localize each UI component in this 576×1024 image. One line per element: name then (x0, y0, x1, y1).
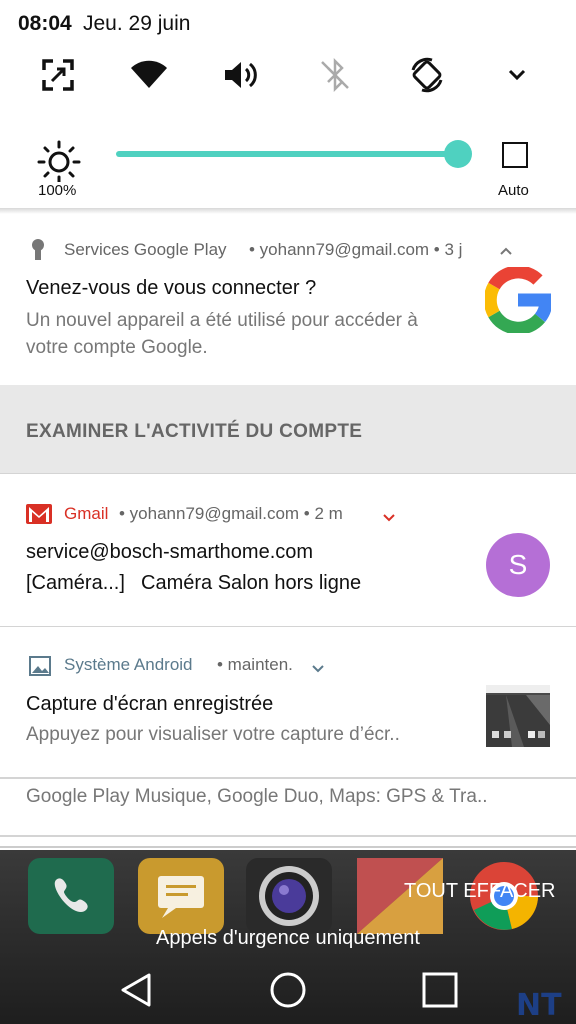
keyhole-icon (30, 238, 46, 265)
camera-app-icon (246, 858, 332, 934)
notification-body: Caméra Salon hors ligne (141, 572, 362, 594)
expand-chevron-icon[interactable] (492, 50, 542, 100)
notification-gmail[interactable]: Gmail • yohann79@gmail.com • 2 m service… (0, 474, 576, 626)
notification-body: Appuyez pour visualiser votre capture d’… (26, 724, 400, 745)
back-icon[interactable] (106, 960, 166, 1020)
messaging-app-icon (138, 858, 224, 934)
collapse-chevron-icon[interactable] (499, 243, 513, 261)
emergency-calls-text: Appels d'urgence uniquement (155, 927, 420, 949)
notification-summary[interactable]: Google Play Musique, Google Duo, Maps: G… (0, 779, 576, 835)
recents-icon[interactable] (410, 960, 470, 1020)
notification-google-play[interactable]: Services Google Play • yohann79@gmail.co… (0, 214, 576, 385)
notification-meta: • yohann79@gmail.com • 3 j (249, 240, 463, 259)
sender-avatar: S (486, 533, 550, 597)
summary-text: Google Play Musique, Google Duo, Maps: G… (26, 786, 488, 807)
divider (0, 846, 576, 848)
gmail-icon (26, 504, 52, 529)
brightness-slider-track[interactable] (116, 151, 460, 157)
quick-settings-row (0, 50, 576, 100)
notification-app-name: Services Google Play (64, 240, 227, 259)
home-icon[interactable] (258, 960, 318, 1020)
image-icon (29, 656, 51, 681)
brightness-percent: 100% (38, 182, 77, 199)
volume-icon[interactable] (216, 50, 266, 100)
auto-brightness-checkbox[interactable] (502, 142, 528, 168)
notification-android-system[interactable]: Système Android • mainten. Capture d'écr… (0, 627, 576, 777)
clock: 08:04 (18, 12, 72, 35)
notification-title: service@bosch-smarthome.com (26, 541, 314, 563)
auto-brightness-label: Auto (498, 182, 529, 199)
notification-title: Venez-vous de vous connecter ? (26, 277, 317, 299)
auto-rotate-icon[interactable] (402, 50, 452, 100)
expand-chevron-icon[interactable] (382, 510, 396, 528)
clear-all-button[interactable]: TOUT EFFACER (404, 880, 556, 903)
brightness-slider-thumb[interactable] (444, 140, 472, 168)
notification-meta: • yohann79@gmail.com • 2 m (119, 504, 343, 523)
notification-title: Capture d'écran enregistrée (26, 693, 274, 715)
watermark-logo: NT (516, 988, 562, 1023)
brightness-control: 100% Auto (0, 130, 576, 210)
expand-chevron-icon[interactable] (311, 661, 325, 679)
status-bar: 08:04 Jeu. 29 juin (0, 0, 576, 46)
action-label: EXAMINER L'ACTIVITÉ DU COMPTE (26, 421, 363, 442)
screen-expand-icon[interactable] (33, 50, 83, 100)
phone-app-icon (28, 858, 114, 934)
notification-meta: • mainten. (217, 655, 293, 674)
review-account-activity-button[interactable]: EXAMINER L'ACTIVITÉ DU COMPTE (0, 385, 576, 473)
notification-body: Un nouvel appareil a été utilisé pour ac… (26, 310, 418, 358)
date: Jeu. 29 juin (83, 12, 191, 35)
notification-app-name: Gmail (64, 504, 109, 523)
divider (0, 835, 576, 837)
bluetooth-off-icon[interactable] (310, 50, 360, 100)
wifi-icon[interactable] (124, 50, 174, 100)
notification-body-tag: [Caméra...] (26, 572, 125, 594)
notification-app-name: Système Android (64, 655, 193, 674)
google-logo-icon (483, 265, 553, 338)
brightness-sun-icon[interactable] (36, 136, 82, 184)
screenshot-thumbnail (486, 685, 550, 747)
